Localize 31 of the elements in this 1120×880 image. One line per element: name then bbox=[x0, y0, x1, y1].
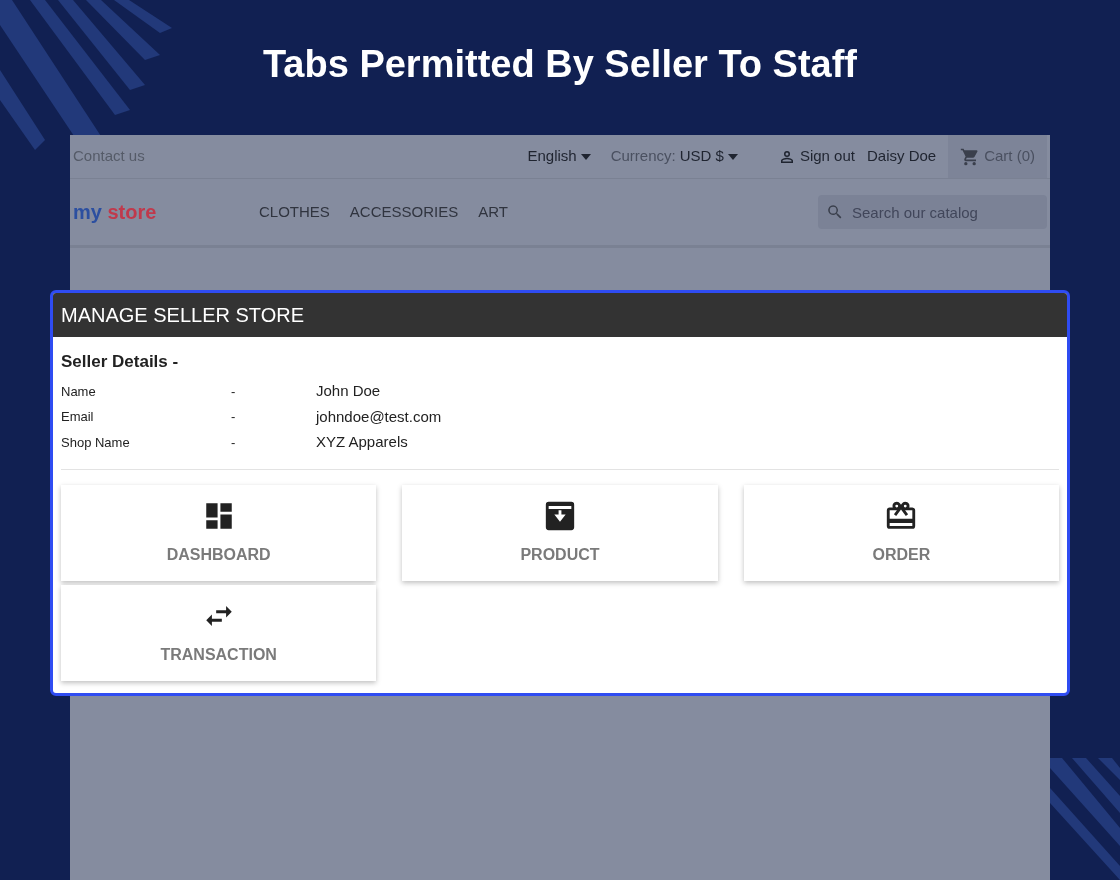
archive-icon bbox=[543, 499, 577, 533]
detail-value: John Doe bbox=[316, 381, 381, 401]
detail-label: Name bbox=[61, 382, 97, 401]
currency-dropdown[interactable]: USD $ bbox=[679, 145, 738, 168]
detail-value: johndoe@test.com bbox=[316, 406, 442, 427]
tab-tile[interactable]: TRANSACTION bbox=[61, 585, 377, 681]
detail-value: XYZ Apparels bbox=[316, 432, 408, 452]
modal-title: MANAGE SELLER STORE bbox=[61, 303, 305, 328]
page-title: Tabs Permitted By Seller To Staff bbox=[262, 42, 858, 87]
search-field[interactable]: Search our catalog bbox=[818, 195, 1047, 229]
search-icon bbox=[826, 203, 844, 221]
menu-link[interactable]: ACCESSORIES bbox=[349, 200, 459, 224]
detail-label: Email bbox=[61, 408, 95, 426]
menu-link[interactable]: ART bbox=[478, 200, 508, 224]
caret-icon bbox=[727, 153, 738, 160]
cart-link[interactable]: Cart (0) bbox=[948, 135, 1047, 178]
detail-separator: - bbox=[231, 433, 237, 452]
section-heading: Seller Details - bbox=[61, 351, 180, 373]
detail-label: Shop Name bbox=[61, 433, 131, 452]
detail-separator: - bbox=[231, 408, 237, 426]
account-link[interactable]: Daisy Doe bbox=[866, 145, 937, 168]
currency-label: Currency: bbox=[610, 146, 676, 167]
detail-separator: - bbox=[231, 382, 237, 401]
caret-icon bbox=[580, 153, 591, 160]
tab-tile[interactable]: PRODUCT bbox=[402, 485, 718, 581]
language-dropdown[interactable]: English bbox=[527, 145, 591, 168]
menu-link[interactable]: CLOTHES bbox=[259, 200, 330, 224]
tab-tile[interactable]: DASHBOARD bbox=[61, 485, 377, 581]
tab-tile[interactable]: ORDER bbox=[743, 485, 1059, 581]
store-logo[interactable]: my store bbox=[73, 197, 157, 227]
sign-out-link[interactable]: Sign out bbox=[799, 145, 855, 168]
